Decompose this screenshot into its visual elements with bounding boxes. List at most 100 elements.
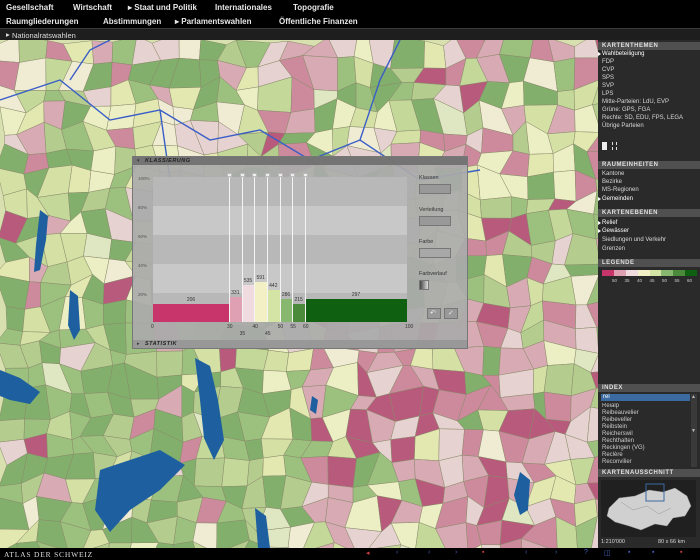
index-item[interactable]: Reckingen (VG) <box>602 445 690 452</box>
unit-kantone[interactable]: Kantone <box>602 171 624 178</box>
farbverlauf-swatch[interactable] <box>419 280 429 290</box>
index-item[interactable]: Reibeveller <box>602 417 690 424</box>
submenu-abstimmungen[interactable]: Abstimmungen <box>103 17 161 26</box>
breadcrumb-label[interactable]: ▸ Nationalratswahlen <box>6 30 76 40</box>
index-list[interactable]: Reialp Reibeauvelier Reibeveller Reibstein R… <box>602 403 690 467</box>
layer-siedlungen[interactable]: Siedlungen und Verkehr <box>602 237 666 244</box>
dialog-footer[interactable]: ▸ STATISTIK <box>133 340 467 348</box>
index-item[interactable]: Reconvilier <box>602 459 690 466</box>
layer-relief[interactable]: Relief <box>597 220 617 227</box>
class-break-handle[interactable] <box>239 173 245 322</box>
municipality-polygon[interactable] <box>102 299 127 325</box>
municipality-polygon[interactable] <box>553 170 577 202</box>
theme-sps[interactable]: SPS <box>602 75 614 82</box>
nav-back-icon[interactable]: ◂ <box>366 549 370 557</box>
municipality-polygon[interactable] <box>221 457 250 487</box>
theme-cvp[interactable]: CVP <box>602 67 614 74</box>
info-icon[interactable]: ? <box>584 549 588 556</box>
layers-icon[interactable]: ◫ <box>604 549 611 557</box>
x-tick-label: 55 <box>290 324 296 330</box>
municipality-polygon[interactable] <box>178 40 202 60</box>
menu-gesellschaft[interactable]: Gesellschaft <box>6 3 54 12</box>
class-break-handle[interactable] <box>227 173 232 322</box>
klassen-control[interactable] <box>419 184 451 194</box>
settings-icon[interactable]: ▪ <box>652 549 654 556</box>
theme-lps[interactable]: LPS <box>602 91 613 98</box>
index-scrollbar[interactable]: ▲ ▼ <box>691 394 697 467</box>
unit-ms-regionen[interactable]: MS-Regionen <box>602 187 639 194</box>
class-break-handle[interactable] <box>290 173 296 322</box>
scroll-up-icon[interactable]: ▲ <box>691 394 696 400</box>
index-item[interactable]: Reicherswil <box>602 431 690 438</box>
expand-icon[interactable]: ▸ <box>137 341 140 347</box>
theme-mitte-parteien[interactable]: Mitte-Parteien: LdU, EVP <box>602 99 669 106</box>
municipality-polygon[interactable] <box>5 306 26 332</box>
index-item[interactable]: Reibstein <box>602 424 690 431</box>
municipality-polygon[interactable] <box>479 196 513 219</box>
submenu-parlamentswahlen[interactable]: ▸ Parlamentswahlen <box>175 17 252 26</box>
index-item[interactable]: Reclère <box>602 452 690 459</box>
municipality-polygon[interactable] <box>0 40 20 63</box>
scroll-mid-icon[interactable]: ▼ <box>691 428 696 434</box>
menu-internationales[interactable]: Internationales <box>215 3 272 12</box>
municipality-polygon[interactable] <box>390 40 425 69</box>
municipality-polygon[interactable] <box>156 350 184 378</box>
dialog-titlebar[interactable]: ▾ KLASSIERUNG <box>133 157 467 165</box>
statistik-label: STATISTIK <box>145 341 178 347</box>
theme-gruene[interactable]: Grüne: GPS, FGA <box>602 107 650 114</box>
municipality-polygon[interactable] <box>194 457 225 487</box>
classification-dialog[interactable]: ▾ KLASSIERUNG 100% 80% 60% 40% 20% 206 33… <box>132 156 468 349</box>
class-break-handle[interactable] <box>252 173 258 322</box>
nav-right-icon[interactable]: › <box>455 549 457 556</box>
municipality-polygon[interactable] <box>327 455 357 488</box>
submenu-raumgliederungen[interactable]: Raumgliederungen <box>6 17 78 26</box>
municipality-polygon[interactable] <box>543 363 575 397</box>
index-search-input[interactable]: rei <box>601 394 690 401</box>
municipality-polygon[interactable] <box>482 345 501 376</box>
ok-button[interactable]: ✓ <box>444 308 458 319</box>
municipality-polygon[interactable] <box>235 346 269 371</box>
municipality-polygon[interactable] <box>390 436 416 463</box>
theme-svp[interactable]: SVP <box>602 83 614 90</box>
index-item[interactable]: Reibeauvelier <box>602 410 690 417</box>
municipality-polygon[interactable] <box>0 418 25 443</box>
overview-map[interactable] <box>601 480 696 537</box>
class-break-handle[interactable] <box>303 173 308 322</box>
submenu-oeffentliche-finanzen[interactable]: Öffentliche Finanzen <box>279 17 358 26</box>
municipality-polygon[interactable] <box>527 171 556 200</box>
unit-bezirke[interactable]: Bezirke <box>602 179 622 186</box>
help-icon[interactable]: ▪ <box>628 549 630 556</box>
nav-prev-icon[interactable]: ‹ <box>396 549 398 556</box>
zoom-in-icon[interactable]: › <box>555 549 557 556</box>
chart-type-alt-icon[interactable] <box>612 142 617 150</box>
theme-fdp[interactable]: FDP <box>602 59 614 66</box>
legend-label: 60 <box>687 278 693 283</box>
menu-topografie[interactable]: Topografie <box>293 3 334 12</box>
municipality-polygon[interactable] <box>543 391 572 422</box>
farbe-slider[interactable] <box>419 248 451 258</box>
collapse-icon[interactable]: ▾ <box>137 158 140 164</box>
index-item[interactable]: Rechthalten <box>602 438 690 445</box>
theme-uebrige-parteien[interactable]: Übrige Parteien <box>602 123 644 130</box>
menu-staat-und-politik[interactable]: ▸ Staat und Politik <box>128 3 197 12</box>
index-item[interactable]: Reialp <box>602 403 690 410</box>
theme-rechte[interactable]: Rechte: SD, EDU, FPS, LEGA <box>602 115 683 122</box>
chart-type-icon[interactable] <box>602 142 607 150</box>
print-icon[interactable]: ▪ <box>482 549 484 556</box>
municipality-polygon[interactable] <box>553 57 576 92</box>
verteilung-control[interactable] <box>419 216 451 226</box>
municipality-polygon[interactable] <box>90 146 117 175</box>
class-break-handle[interactable] <box>265 173 270 322</box>
layer-gewaesser[interactable]: Gewässer <box>597 228 629 235</box>
zoom-out-icon[interactable]: ‹ <box>525 549 527 556</box>
class-break-handle[interactable] <box>277 173 283 322</box>
undo-button[interactable]: ↶ <box>427 308 441 319</box>
theme-wahlbeteiligung[interactable]: Wahlbeteiligung <box>597 51 644 58</box>
municipality-polygon[interactable] <box>262 454 287 477</box>
menu-wirtschaft[interactable]: Wirtschaft <box>73 3 112 12</box>
unit-gemeinden[interactable]: Gemeinden <box>597 196 633 203</box>
nav-left-icon[interactable]: ‹ <box>428 549 430 556</box>
layer-grenzen[interactable]: Grenzen <box>602 246 625 253</box>
histogram-chart[interactable]: 100% 80% 60% 40% 20% 206 331 535 591 442 286 2… <box>138 173 413 337</box>
close-icon[interactable]: ▪ <box>680 549 682 556</box>
